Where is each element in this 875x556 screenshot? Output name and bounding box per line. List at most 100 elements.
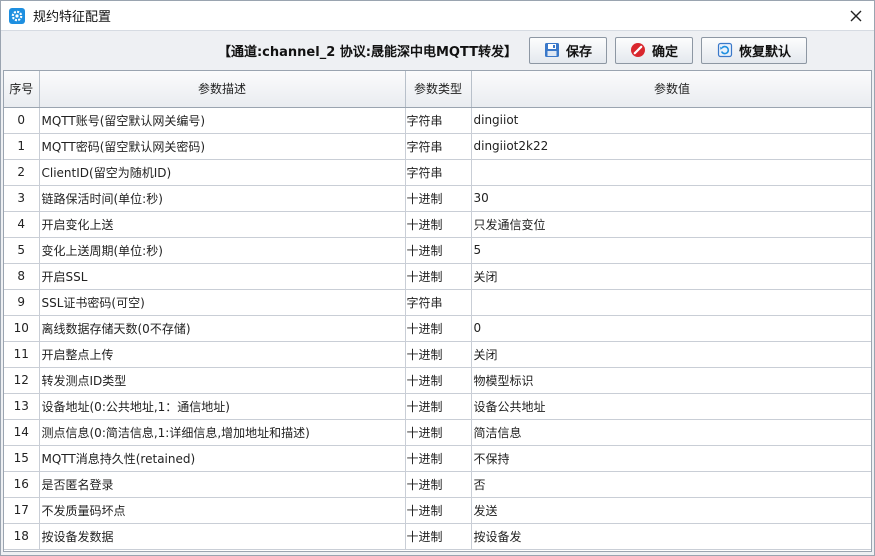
header-index[interactable]: 序号 [4,71,40,108]
restore-default-label: 恢复默认 [738,44,791,60]
table-row[interactable]: 14 测点信息(0:简洁信息,1:详细信息,增加地址和描述) 十进制 简洁信息 [4,419,871,446]
row-description: 设备地址(0:公共地址,1：通信地址) [39,393,406,420]
save-label: 保存 [565,44,592,60]
row-description: 开启变化上送 [39,211,406,238]
row-value[interactable]: dingiiot [471,107,871,134]
table-row[interactable]: 8 开启SSL 十进制 关闭 [4,263,871,290]
row-type: 十进制 [405,419,472,446]
row-type: 十进制 [405,211,472,238]
row-value[interactable]: 关闭 [471,341,871,368]
row-type: 十进制 [405,185,472,212]
row-index: 2 [4,159,40,186]
row-description: 不发质量码坏点 [39,497,406,524]
table-row[interactable]: 11 开启整点上传 十进制 关闭 [4,341,871,368]
floppy-disk-icon [544,42,560,58]
row-type: 十进制 [405,497,472,524]
row-description: 变化上送周期(单位:秒) [39,237,406,264]
row-value[interactable] [471,289,871,316]
table-row[interactable]: 18 按设备发数据 十进制 按设备发 [4,523,871,550]
row-description: MQTT账号(留空默认网关编号) [39,107,406,134]
table-body: 0 MQTT账号(留空默认网关编号) 字符串 dingiiot 1 MQTT密码(留空默认… [4,107,871,550]
row-value[interactable]: 物模型标识 [471,367,871,394]
row-index: 0 [4,107,40,134]
table-row[interactable]: 17 不发质量码坏点 十进制 发送 [4,497,871,524]
row-value[interactable]: 发送 [471,497,871,524]
table-row[interactable]: 15 MQTT消息持久性(retained) 十进制 不保持 [4,445,871,472]
row-value[interactable]: 不保持 [471,445,871,472]
table-row[interactable]: 13 设备地址(0:公共地址,1：通信地址) 十进制 设备公共地址 [4,393,871,420]
row-type: 十进制 [405,393,472,420]
row-index: 9 [4,289,40,316]
row-description: 是否匿名登录 [39,471,406,498]
row-value[interactable]: 否 [471,471,871,498]
table-row[interactable]: 5 变化上送周期(单位:秒) 十进制 5 [4,237,871,264]
row-description: 开启整点上传 [39,341,406,368]
close-icon [850,10,862,22]
row-description: ClientID(留空为随机ID) [39,159,406,186]
header-value[interactable]: 参数值 [471,71,871,108]
table-row[interactable]: 12 转发测点ID类型 十进制 物模型标识 [4,367,871,394]
table-header-row: 序号 参数描述 参数类型 参数值 [4,71,871,108]
table-row[interactable]: 1 MQTT密码(留空默认网关密码) 字符串 dingiiot2k22 [4,133,871,160]
save-button[interactable]: 保存 [529,36,607,64]
table-row[interactable]: 10 离线数据存储天数(0不存储) 十进制 0 [4,315,871,342]
table-row[interactable]: 2 ClientID(留空为随机ID) 字符串 [4,159,871,186]
row-description: 链路保活时间(单位:秒) [39,185,406,212]
table-row[interactable]: 9 SSL证书密码(可空) 字符串 [4,289,871,316]
row-value[interactable]: 30 [471,185,871,212]
row-index: 10 [4,315,40,342]
row-value[interactable]: 0 [471,315,871,342]
restore-icon [717,42,733,58]
row-index: 12 [4,367,40,394]
row-index: 15 [4,445,40,472]
row-index: 18 [4,523,40,550]
row-type: 十进制 [405,237,472,264]
row-value[interactable]: 简洁信息 [471,419,871,446]
row-index: 17 [4,497,40,524]
ok-button[interactable]: 确定 [615,36,693,64]
row-value[interactable]: 设备公共地址 [471,393,871,420]
params-table: 序号 参数描述 参数类型 参数值 0 MQTT账号(留空默认网关编号) 字符串 din… [4,71,871,550]
row-description: 测点信息(0:简洁信息,1:详细信息,增加地址和描述) [39,419,406,446]
row-description: 按设备发数据 [39,523,406,550]
row-value[interactable] [471,159,871,186]
row-type: 字符串 [405,107,472,134]
row-value[interactable]: 只发通信变位 [471,211,871,238]
row-index: 5 [4,237,40,264]
row-type: 十进制 [405,523,472,550]
table-row[interactable]: 4 开启变化上送 十进制 只发通信变位 [4,211,871,238]
restore-default-button[interactable]: 恢复默认 [701,36,807,64]
row-value[interactable]: 关闭 [471,263,871,290]
table-row[interactable]: 3 链路保活时间(单位:秒) 十进制 30 [4,185,871,212]
row-description: 转发测点ID类型 [39,367,406,394]
row-index: 16 [4,471,40,498]
header-type[interactable]: 参数类型 [405,71,472,108]
row-description: SSL证书密码(可空) [39,289,406,316]
row-description: 离线数据存储天数(0不存储) [39,315,406,342]
ok-label: 确定 [651,44,678,60]
title-bar: 规约特征配置 [1,1,874,31]
row-index: 4 [4,211,40,238]
row-index: 3 [4,185,40,212]
row-index: 11 [4,341,40,368]
row-type: 十进制 [405,367,472,394]
close-button[interactable] [846,6,866,26]
row-value[interactable]: 5 [471,237,871,264]
gear-icon [9,7,25,24]
row-type: 十进制 [405,315,472,342]
header-description[interactable]: 参数描述 [39,71,406,108]
row-value[interactable]: dingiiot2k22 [471,133,871,160]
table-row[interactable]: 0 MQTT账号(留空默认网关编号) 字符串 dingiiot [4,107,871,134]
no-entry-icon [630,42,646,58]
row-type: 字符串 [405,289,472,316]
row-description: 开启SSL [39,263,406,290]
row-type: 十进制 [405,341,472,368]
row-type: 十进制 [405,263,472,290]
toolbar: 【通道:channel_2 协议:晟能深中电MQTT转发】 保存 确定 恢复默认 [1,31,874,69]
table-row[interactable]: 16 是否匿名登录 十进制否 [4,471,871,498]
row-value[interactable]: 按设备发 [471,523,871,550]
row-index: 14 [4,419,40,446]
row-index: 1 [4,133,40,160]
row-index: 8 [4,263,40,290]
row-description: MQTT密码(留空默认网关密码) [39,133,406,160]
